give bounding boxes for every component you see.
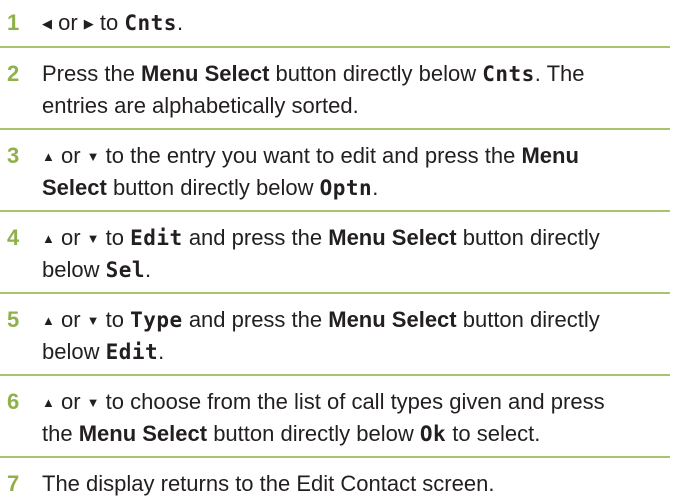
divider	[0, 46, 670, 48]
step-text-segment: button directly below	[269, 61, 483, 86]
up-arrow-icon: ▲	[42, 313, 55, 328]
down-arrow-icon: ▼	[86, 231, 100, 246]
step-text-segment: or	[54, 389, 87, 414]
step-number: 2	[7, 61, 20, 86]
button-name: Menu Select	[141, 61, 270, 86]
step-text-segment: button directly	[456, 225, 600, 250]
step-text-segment: the	[42, 421, 79, 446]
step-number: 3	[7, 143, 20, 168]
step-text-segment: button directly	[456, 307, 600, 332]
step-text: ▲ or ▼ to the entry you want to edit and…	[42, 140, 662, 204]
divider	[0, 374, 670, 376]
divider	[0, 128, 670, 130]
step-text-segment: to select.	[446, 421, 541, 446]
step-text-segment: .	[372, 175, 379, 200]
step-text-segment: to the entry you want to edit and press …	[99, 143, 522, 168]
step-text-segment: to	[99, 225, 131, 250]
step-number: 6	[7, 389, 20, 414]
step-text-segment: .	[145, 257, 152, 282]
divider	[0, 456, 670, 458]
divider	[0, 292, 670, 294]
up-arrow-icon: ▲	[42, 231, 55, 246]
step-text-segment: or	[54, 143, 87, 168]
button-name: Menu	[521, 143, 579, 168]
down-arrow-icon: ▼	[86, 395, 100, 410]
step-text-segment: to	[99, 307, 131, 332]
step-text-segment: and press the	[182, 307, 329, 332]
step-text-segment: entries are alphabetically sorted.	[42, 93, 359, 118]
display-label: Cnts	[482, 62, 535, 86]
display-label: Edit	[105, 340, 159, 364]
step-number: 7	[7, 471, 20, 496]
left-arrow-icon: ◀	[42, 16, 52, 31]
step-text: The display returns to the Edit Contact …	[42, 468, 662, 499]
display-label: Cnts	[124, 11, 177, 35]
step-text-segment: to choose from the list of call types gi…	[99, 389, 605, 414]
step-text-segment: . The	[534, 61, 585, 86]
display-label: Type	[130, 308, 183, 332]
step-text-segment: or	[54, 307, 87, 332]
up-arrow-icon: ▲	[42, 395, 55, 410]
button-name: Select	[42, 175, 107, 200]
down-arrow-icon: ▼	[86, 313, 100, 328]
step-text-segment: below	[42, 257, 106, 282]
step-text-segment: below	[42, 339, 106, 364]
step-text: Press the Menu Select button directly be…	[42, 58, 662, 121]
step-text-segment: or	[52, 10, 84, 35]
display-label: Edit	[130, 226, 183, 250]
step-text: ▲ or ▼ to choose from the list of call t…	[42, 386, 662, 450]
instruction-steps: 1 ◀ or ▶ to Cnts. 2 Press the Menu Selec…	[0, 0, 680, 496]
step-text: ▲ or ▼ to Edit and press the Menu Select…	[42, 222, 662, 286]
step-text-segment: and press the	[182, 225, 329, 250]
button-name: Menu Select	[78, 421, 208, 446]
step-text-segment: to	[93, 10, 125, 35]
step-number: 5	[7, 307, 20, 332]
step-text-segment: .	[176, 10, 184, 35]
step-text: ▲ or ▼ to Type and press the Menu Select…	[42, 304, 662, 368]
down-arrow-icon: ▼	[86, 149, 100, 164]
step-text-segment: button directly below	[207, 421, 420, 446]
step-number: 1	[7, 10, 20, 35]
divider	[0, 210, 670, 212]
display-label: Sel	[105, 258, 146, 282]
display-label: Ok	[419, 422, 447, 446]
right-arrow-icon: ▶	[83, 16, 94, 31]
button-name: Menu Select	[328, 307, 457, 332]
button-name: Menu Select	[328, 225, 457, 250]
step-text-segment: Press the	[42, 61, 142, 86]
display-label: Optn	[319, 176, 373, 200]
step-text-segment: or	[54, 225, 87, 250]
step-text: ◀ or ▶ to Cnts.	[42, 7, 662, 39]
step-text-segment: .	[158, 339, 165, 364]
up-arrow-icon: ▲	[42, 149, 55, 164]
step-number: 4	[7, 225, 20, 250]
step-text-segment: button directly below	[106, 175, 320, 200]
step-text-segment: The display returns to the Edit Contact …	[42, 471, 495, 496]
